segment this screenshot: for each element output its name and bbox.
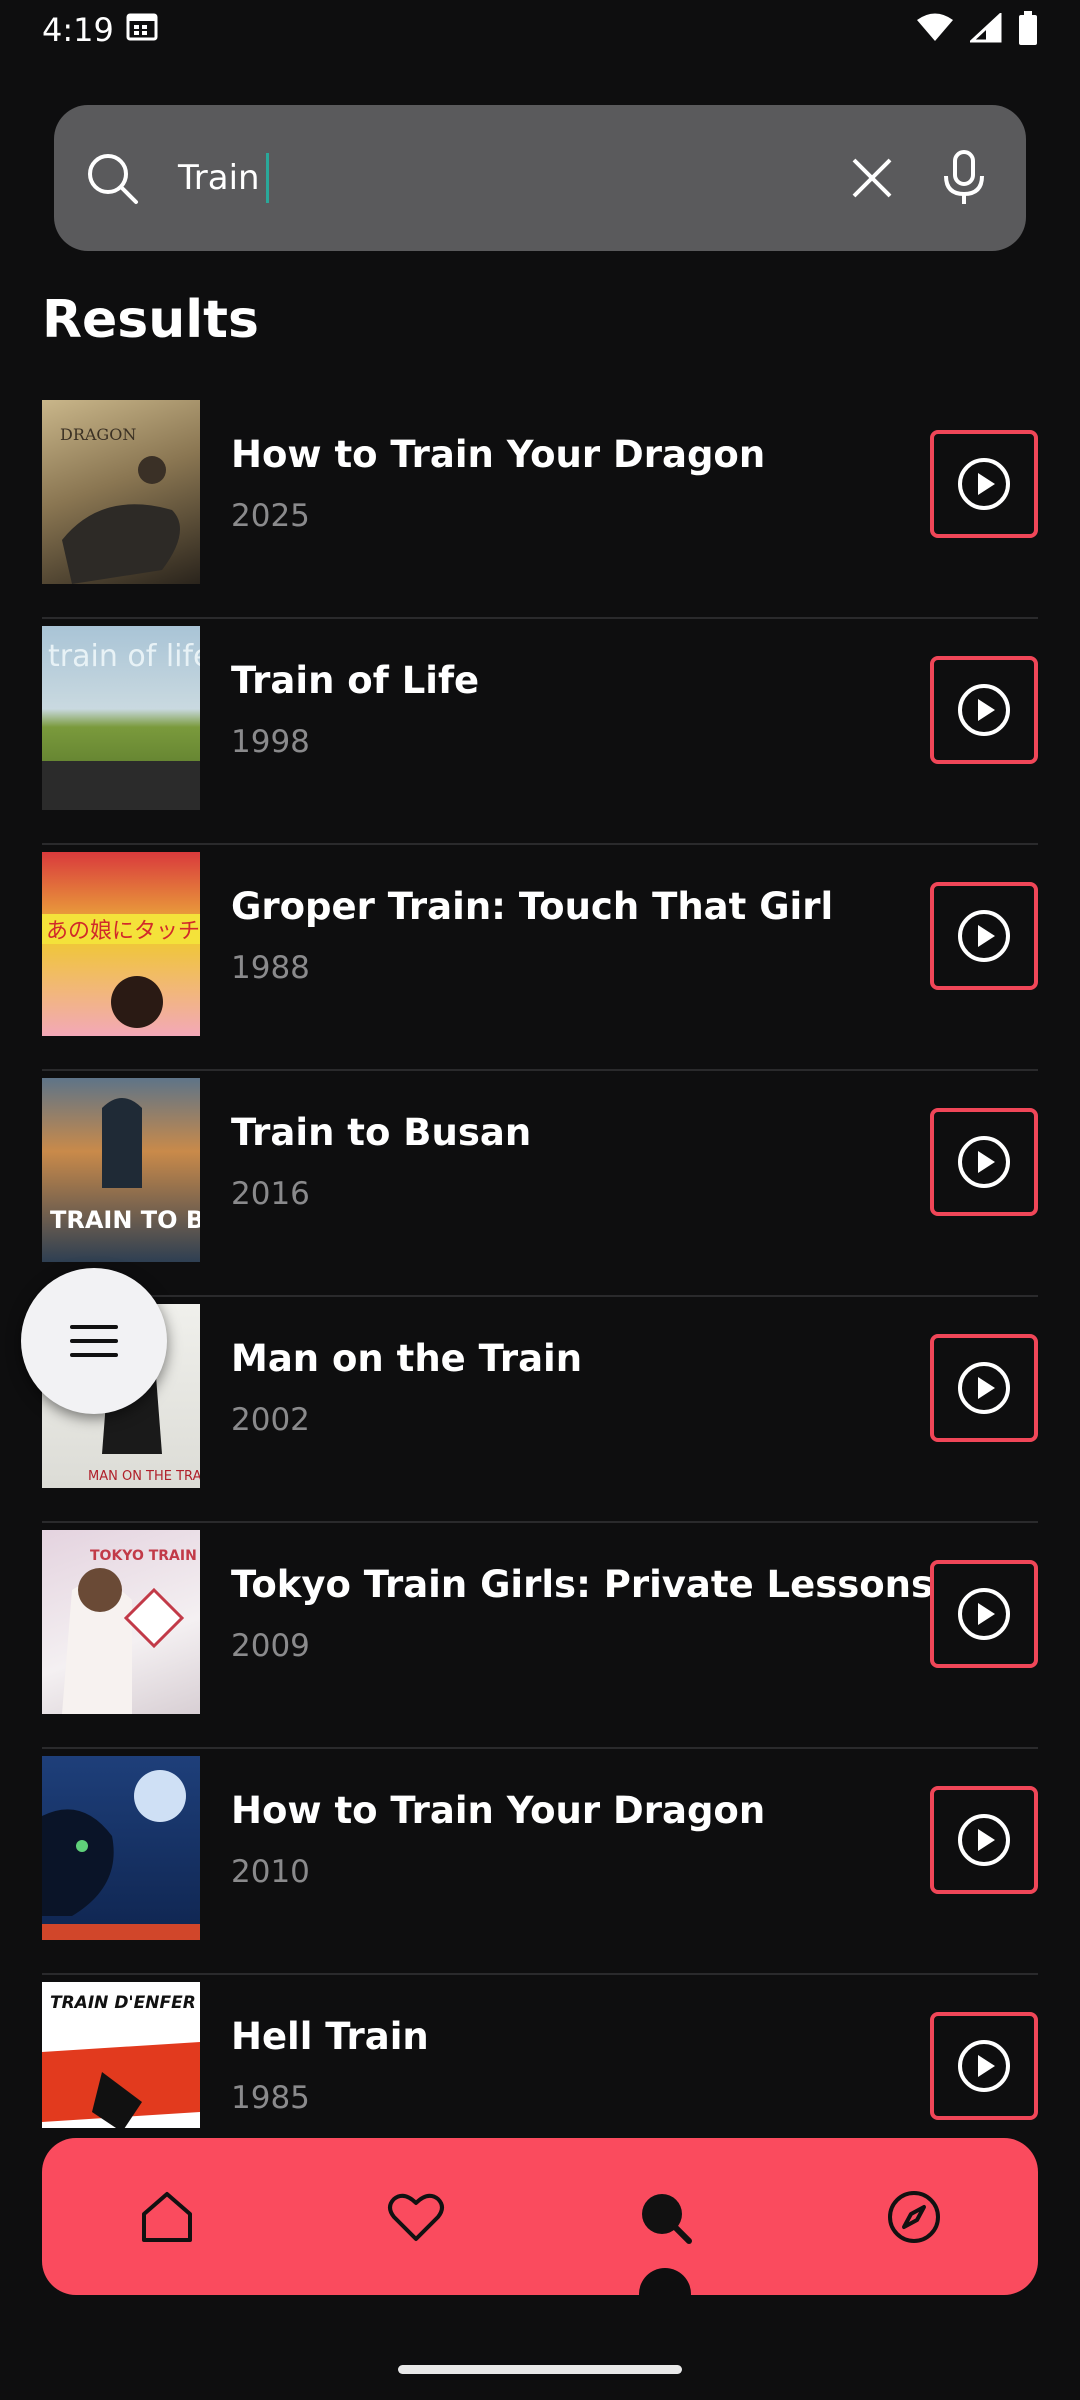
movie-poster — [42, 1756, 200, 1940]
movie-year: 1988 — [231, 950, 310, 986]
svg-text:DRAGON: DRAGON — [60, 425, 136, 444]
hamburger-menu-icon — [70, 1325, 118, 1357]
result-row[interactable]: train of life Train of Life 1998 — [42, 619, 1038, 845]
movie-title: Man on the Train — [231, 1337, 583, 1380]
movie-year: 2002 — [231, 1402, 310, 1438]
movie-poster: DRAGON — [42, 400, 200, 584]
play-icon — [958, 684, 1010, 736]
movie-year: 1985 — [231, 2080, 310, 2116]
svg-text:TOKYO TRAIN GIRLS: TOKYO TRAIN GIRLS — [90, 1548, 200, 1564]
play-icon — [958, 458, 1010, 510]
svg-text:train of life: train of life — [48, 639, 200, 674]
result-row[interactable]: TRAIN D'ENFER Hell Train 1985 — [42, 1975, 1038, 2128]
active-indicator — [638, 2267, 691, 2320]
movie-year: 1998 — [231, 724, 310, 760]
movie-title: How to Train Your Dragon — [231, 433, 766, 476]
movie-title: Groper Train: Touch That Girl — [231, 885, 834, 928]
nav-explore[interactable] — [839, 2142, 989, 2292]
calendar-icon — [126, 11, 158, 49]
play-button[interactable] — [930, 1786, 1038, 1894]
svg-text:TRAIN D'ENFER: TRAIN D'ENFER — [50, 1993, 196, 2013]
movie-poster: TOKYO TRAIN GIRLS — [42, 1530, 200, 1714]
svg-text:TRAIN TO BUSAN: TRAIN TO BUSAN — [50, 1206, 200, 1234]
clear-search-button[interactable] — [850, 156, 894, 200]
play-icon — [958, 1362, 1010, 1414]
voice-search-button[interactable] — [942, 150, 986, 206]
movie-title: Train to Busan — [231, 1111, 532, 1154]
movie-title: Tokyo Train Girls: Private Lessons — [231, 1563, 934, 1606]
movie-year: 2009 — [231, 1628, 310, 1664]
movie-year: 2016 — [231, 1176, 310, 1212]
search-bar[interactable]: Train — [54, 105, 1026, 251]
search-icon — [641, 2193, 692, 2244]
play-icon — [958, 1588, 1010, 1640]
play-button[interactable] — [930, 1560, 1038, 1668]
result-row[interactable]: DRAGON How to Train Your Dragon 2025 — [42, 393, 1038, 619]
battery-icon — [1018, 11, 1038, 49]
menu-button[interactable] — [21, 1268, 167, 1414]
play-button[interactable] — [930, 882, 1038, 990]
search-input[interactable]: Train — [178, 153, 850, 203]
play-button[interactable] — [930, 2012, 1038, 2120]
results-heading: Results — [42, 290, 259, 350]
results-list[interactable]: DRAGON How to Train Your Dragon 2025 tra… — [42, 393, 1038, 2128]
movie-poster: TRAIN D'ENFER — [42, 1982, 200, 2128]
home-icon — [141, 2191, 192, 2242]
play-icon — [958, 2040, 1010, 2092]
movie-year: 2010 — [231, 1854, 310, 1890]
play-button[interactable] — [930, 1334, 1038, 1442]
movie-title: Train of Life — [231, 659, 480, 702]
movie-title: How to Train Your Dragon — [231, 1789, 766, 1832]
movie-year: 2025 — [231, 498, 310, 534]
play-icon — [958, 1814, 1010, 1866]
heart-icon — [387, 2193, 444, 2241]
svg-text:あの娘にタッチ: あの娘にタッチ — [46, 919, 200, 944]
close-icon — [852, 158, 892, 198]
nav-search[interactable] — [590, 2142, 740, 2320]
result-row[interactable]: TOKYO TRAIN GIRLS Tokyo Train Girls: Pri… — [42, 1523, 1038, 1749]
movie-title: Hell Train — [231, 2015, 429, 2058]
bottom-navigation — [42, 2138, 1038, 2320]
result-row[interactable]: MAN ON THE TRAIN Man on the Train 2002 — [42, 1297, 1038, 1523]
play-button[interactable] — [930, 656, 1038, 764]
result-row[interactable]: あの娘にタッチ Groper Train: Touch That Girl 19… — [42, 845, 1038, 1071]
nav-favorites[interactable] — [341, 2142, 491, 2292]
result-row[interactable]: TRAIN TO BUSAN Train to Busan 2016 — [42, 1071, 1038, 1297]
result-row[interactable]: How to Train Your Dragon 2010 — [42, 1749, 1038, 1975]
play-button[interactable] — [930, 430, 1038, 538]
search-icon — [84, 150, 140, 206]
status-time: 4:19 — [42, 11, 114, 49]
home-indicator[interactable] — [398, 2365, 682, 2374]
status-bar: 4:19 — [0, 0, 1080, 60]
movie-poster: TRAIN TO BUSAN — [42, 1078, 200, 1262]
text-cursor — [265, 153, 269, 203]
play-icon — [958, 910, 1010, 962]
movie-poster: あの娘にタッチ — [42, 852, 200, 1036]
wifi-icon — [916, 13, 954, 47]
play-icon — [958, 1136, 1010, 1188]
play-button[interactable] — [930, 1108, 1038, 1216]
nav-home[interactable] — [92, 2142, 242, 2292]
search-query: Train — [178, 158, 260, 198]
signal-icon — [968, 11, 1002, 47]
svg-text:MAN ON THE TRAIN: MAN ON THE TRAIN — [88, 1469, 200, 1484]
movie-poster: train of life — [42, 626, 200, 810]
compass-icon — [887, 2190, 940, 2243]
microphone-icon — [944, 150, 984, 204]
